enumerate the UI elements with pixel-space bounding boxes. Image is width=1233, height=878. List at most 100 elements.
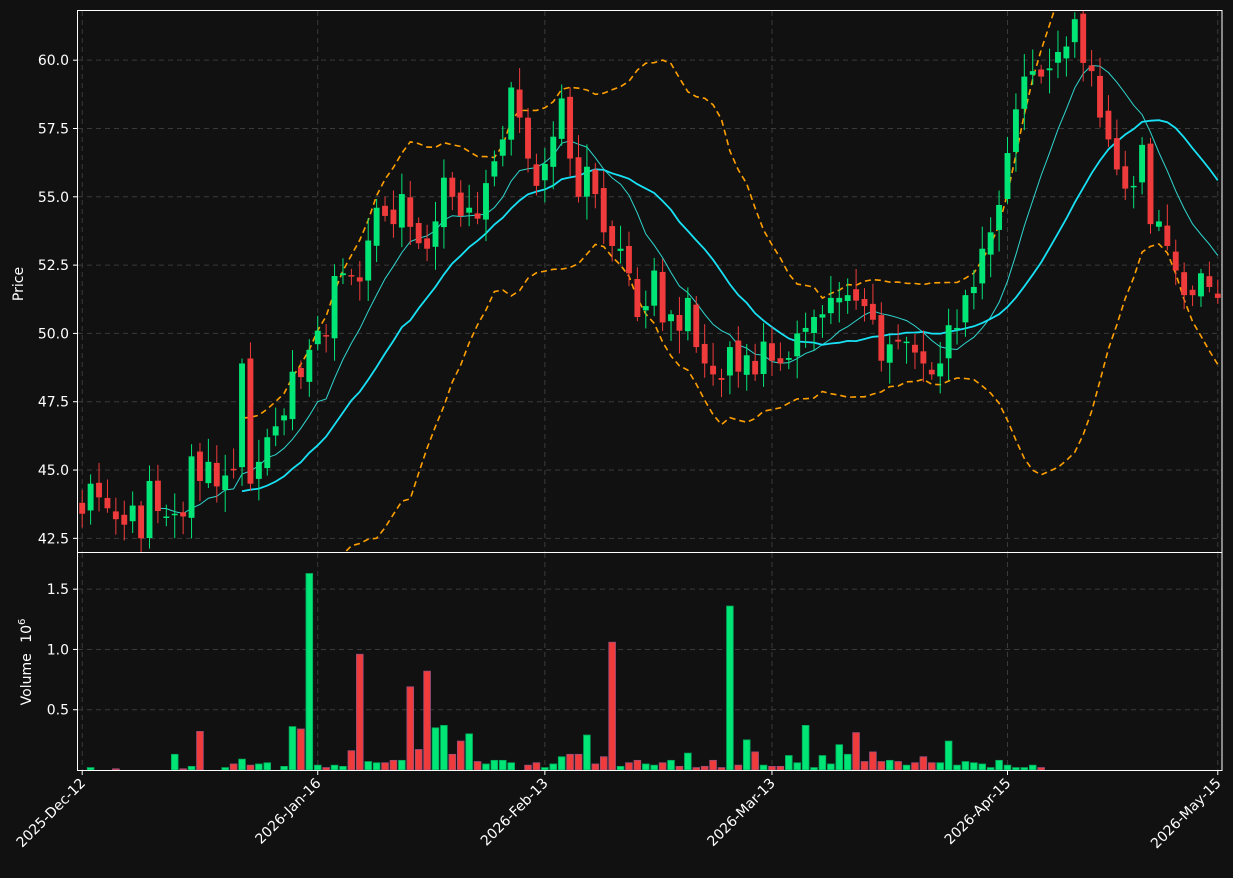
candle-body xyxy=(945,325,952,359)
candle-body xyxy=(634,279,641,318)
candle-body xyxy=(1080,13,1087,63)
candle-body xyxy=(516,89,523,118)
volume-bar xyxy=(347,750,356,771)
volume-bar xyxy=(490,759,499,771)
volume-bar xyxy=(827,763,835,771)
candle-body xyxy=(693,304,700,348)
candle-body xyxy=(575,157,582,197)
volume-bar xyxy=(440,724,448,771)
volume-bar xyxy=(549,763,558,771)
volume-bar xyxy=(944,740,953,771)
volume-bar xyxy=(381,762,389,771)
candle-body xyxy=(743,355,750,375)
candle-body xyxy=(592,169,599,195)
volume-bar xyxy=(288,726,297,771)
volume-bar xyxy=(911,762,919,771)
candle-body xyxy=(1172,251,1179,271)
candle-body xyxy=(878,315,885,361)
candle-body xyxy=(432,221,439,247)
volume-bar xyxy=(221,767,229,771)
candle-body xyxy=(1147,143,1154,225)
candle-body xyxy=(600,188,607,233)
volume-bar xyxy=(591,763,600,771)
candle-body xyxy=(827,297,834,314)
volume-bar xyxy=(860,761,869,771)
volume-bar xyxy=(473,761,482,771)
candle-body xyxy=(390,209,397,225)
volume-bar xyxy=(456,740,465,771)
volume-bar xyxy=(179,768,187,771)
volume-bar xyxy=(389,759,398,771)
volume-bar xyxy=(448,753,457,771)
candle-body xyxy=(533,164,540,186)
candle-body xyxy=(811,317,817,334)
price-tick-label: 42.5 xyxy=(38,531,69,547)
candle-body xyxy=(819,314,826,318)
candle-body xyxy=(297,368,304,378)
candle-body xyxy=(1122,166,1129,189)
volume-bar xyxy=(583,734,591,771)
candle-body xyxy=(205,461,212,484)
volume-bar xyxy=(557,756,566,771)
candle-body xyxy=(626,245,632,274)
candle-body xyxy=(1113,138,1120,170)
candle-body xyxy=(373,207,380,246)
price-axis-label: Price xyxy=(11,267,27,301)
candle-body xyxy=(457,192,464,216)
candle-body xyxy=(1063,46,1070,59)
candle-body xyxy=(197,451,203,481)
candle-body xyxy=(331,276,338,339)
volume-bar xyxy=(919,756,928,771)
volume-bar xyxy=(894,761,902,771)
candle-body xyxy=(1155,221,1162,227)
candle-body xyxy=(424,238,431,249)
volume-bar xyxy=(625,762,633,771)
candle-body xyxy=(415,222,422,244)
volume-bar xyxy=(953,764,961,771)
candle-body xyxy=(1097,75,1103,118)
volume-bar xyxy=(313,764,322,771)
candle-body xyxy=(138,505,145,539)
volume-bar xyxy=(675,765,684,771)
candle-body xyxy=(802,327,809,332)
candle-body xyxy=(794,333,801,357)
volume-bar xyxy=(599,756,608,771)
volume-bar xyxy=(112,768,120,771)
price-tick-label: 55.0 xyxy=(38,190,69,206)
candle-body xyxy=(247,358,254,484)
volume-bar xyxy=(1037,767,1045,771)
candle-body xyxy=(154,480,161,512)
candle-body xyxy=(710,365,717,375)
candle-body xyxy=(1105,110,1112,140)
candle-body xyxy=(1012,109,1019,153)
volume-bar xyxy=(330,764,339,771)
volume-bar xyxy=(928,762,936,771)
candle-body xyxy=(769,343,775,361)
candle-body xyxy=(668,314,674,322)
volume-bar xyxy=(995,759,1003,771)
candle-body xyxy=(1189,289,1196,296)
candle-body xyxy=(340,273,346,276)
candle-body xyxy=(1055,51,1061,63)
candle-body xyxy=(1071,19,1078,43)
candle-body xyxy=(348,275,355,277)
candle-body xyxy=(79,502,86,514)
volume-bar xyxy=(810,767,818,771)
volume-bar xyxy=(726,605,734,771)
volume-bar xyxy=(650,764,658,771)
candle-body xyxy=(171,513,178,516)
volume-bar xyxy=(801,724,810,771)
candle-body xyxy=(987,232,994,255)
volume-bar xyxy=(734,764,743,771)
volume-bar xyxy=(1020,767,1029,771)
volume-bar xyxy=(297,728,305,771)
candle-body xyxy=(121,514,128,525)
volume-bar xyxy=(238,758,246,771)
volume-axis-label-text: Volume xyxy=(19,653,35,705)
candle-body xyxy=(1214,293,1221,298)
candle-body xyxy=(1130,185,1137,188)
volume-bar xyxy=(507,762,515,771)
volume-bar xyxy=(541,767,549,771)
candle-body xyxy=(440,177,447,228)
candle-body xyxy=(996,204,1003,230)
